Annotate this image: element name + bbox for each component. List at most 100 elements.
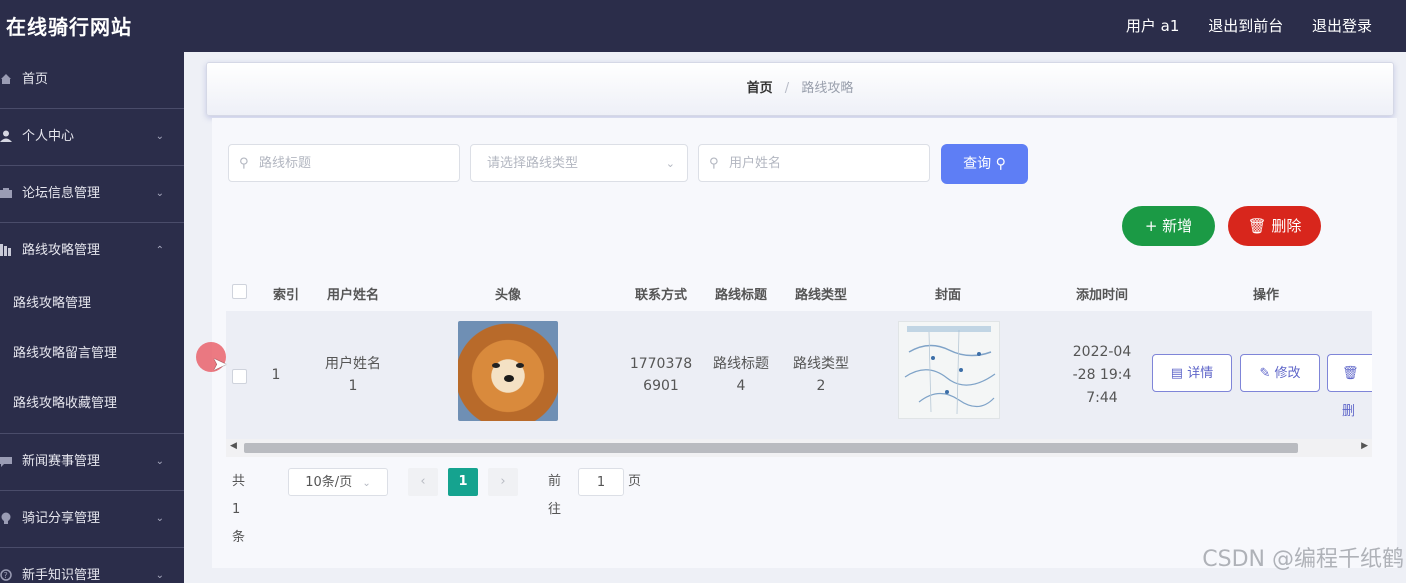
main-content: 首页 / 路线攻略 ⚲ 路线标题 请选择路线类型 ⌄ ⚲ 用户姓名 查询 ⚲ +… (184, 52, 1406, 583)
page-size-select[interactable]: 10条/页 ⌄ (288, 468, 388, 496)
goto-label: 前往 (548, 474, 562, 517)
trash-icon: 🗑 (1247, 217, 1267, 235)
page-number-1[interactable]: 1 (448, 468, 478, 496)
delete-label: 删除 (1271, 217, 1302, 235)
scroll-left-arrow-icon[interactable]: ◀ (230, 441, 237, 451)
user-name[interactable]: 用户 a1 (1126, 17, 1180, 35)
route-icon (0, 244, 11, 256)
search-icon: ⚲ (239, 156, 249, 171)
cell-time-line3: 7:44 (1086, 390, 1118, 406)
sidebar-item-beginner[interactable]: ? 新手知识管理 ⌄ (0, 548, 184, 583)
edit-button[interactable]: ✎ 修改 (1240, 354, 1320, 392)
col-username: 用户姓名 (326, 288, 379, 303)
sidebar-item-news[interactable]: 新闻赛事管理 ⌄ (0, 434, 184, 491)
goto-page-input[interactable]: 1 (578, 468, 624, 496)
help-icon: ? (0, 569, 12, 581)
sidebar-item-label: 路线攻略管理 (22, 243, 101, 258)
sidebar-item-forum[interactable]: 论坛信息管理 ⌄ (0, 166, 184, 223)
breadcrumb: 首页 / 路线攻略 (206, 62, 1394, 116)
scroll-right-arrow-icon[interactable]: ▶ (1361, 441, 1368, 451)
sidebar-item-label: 新手知识管理 (22, 568, 101, 583)
total-count: 共 1 条 (232, 474, 246, 545)
sidebar-item-label: 个人中心 (22, 129, 75, 144)
sidebar: 首页 个人中心 ⌄ 论坛信息管理 ⌄ 路线攻略管理 ⌃ 路线攻略管理 路线攻略留… (0, 52, 184, 583)
cell-add-time: 2022-04 -28 19:4 7:44 (1032, 341, 1172, 410)
cell-username-line1: 用户姓名 (325, 356, 381, 372)
bulb-icon (1, 512, 11, 524)
table-horizontal-scrollbar[interactable]: ◀ ▶ (226, 439, 1372, 457)
col-cover: 封面 (934, 288, 961, 303)
cell-route-type-line2: 2 (816, 378, 826, 394)
page-unit-label: 页 (628, 474, 642, 489)
submenu-route-favorites[interactable]: 路线攻略收藏管理 (0, 379, 184, 429)
chevron-down-icon: ⌄ (155, 188, 164, 199)
sidebar-item-label: 首页 (22, 72, 49, 87)
detail-button[interactable]: ▤ 详情 (1152, 354, 1232, 392)
breadcrumb-home[interactable]: 首页 (747, 81, 773, 96)
forum-icon (0, 188, 12, 198)
news-icon (0, 457, 12, 467)
svg-text:?: ? (4, 571, 8, 580)
breadcrumb-current: 路线攻略 (801, 81, 854, 96)
avatar (458, 321, 558, 421)
prev-page-button[interactable]: ‹ (408, 468, 438, 496)
row-delete-label: 删 (1342, 404, 1356, 419)
route-submenu: 路线攻略管理 路线攻略留言管理 路线攻略收藏管理 (0, 279, 184, 434)
detail-label: 详情 (1187, 366, 1214, 381)
sidebar-item-label: 论坛信息管理 (22, 186, 101, 201)
col-avatar: 头像 (494, 288, 521, 303)
chevron-down-icon: ⌄ (665, 157, 675, 170)
watermark: CSDN @编程千纸鹤 (1202, 547, 1404, 572)
cell-time-line2: -28 19:4 (1072, 367, 1132, 383)
cell-time-line1: 2022-04 (1072, 344, 1132, 360)
back-to-frontend-link[interactable]: 退出到前台 (1208, 17, 1283, 35)
sidebar-item-home[interactable]: 首页 (0, 52, 184, 109)
breadcrumb-separator: / (784, 81, 790, 96)
col-actions: 操作 (1252, 288, 1279, 303)
sidebar-item-ride-share[interactable]: 骑记分享管理 ⌄ (0, 491, 184, 548)
pencil-icon: ✎ (1259, 366, 1271, 381)
col-index: 索引 (272, 288, 299, 303)
chevron-up-icon: ⌃ (155, 245, 164, 256)
sidebar-item-profile[interactable]: 个人中心 ⌄ (0, 109, 184, 166)
sidebar-item-route[interactable]: 路线攻略管理 ⌃ (0, 223, 184, 279)
submenu-route-comments[interactable]: 路线攻略留言管理 (0, 329, 184, 379)
username-search-input[interactable]: ⚲ 用户姓名 (698, 144, 930, 182)
route-title-placeholder: 路线标题 (259, 156, 312, 171)
delete-button[interactable]: 🗑 删除 (1228, 206, 1321, 246)
col-add-time: 添加时间 (1075, 288, 1128, 303)
query-label: 查询 (963, 156, 992, 172)
add-button[interactable]: + 新增 (1122, 206, 1215, 246)
submenu-route-manage[interactable]: 路线攻略管理 (0, 279, 184, 329)
sidebar-item-label: 新闻赛事管理 (22, 454, 101, 469)
col-route-type: 路线类型 (794, 288, 847, 303)
document-icon: ▤ (1170, 366, 1184, 381)
add-label: 新增 (1162, 217, 1193, 235)
top-header: 在线骑行网站 用户 a1 退出到前台 退出登录 (0, 0, 1406, 52)
next-page-button[interactable]: › (488, 468, 518, 496)
row-delete-button[interactable]: 🗑 删 (1327, 354, 1372, 419)
route-type-placeholder: 请选择路线类型 (487, 156, 579, 171)
row-checkbox[interactable] (232, 369, 247, 384)
map-drawing (904, 326, 996, 415)
chevron-down-icon: ⌄ (155, 456, 164, 467)
user-icon (0, 130, 12, 142)
select-all-checkbox[interactable] (232, 284, 247, 299)
cell-route-type: 路线类型 2 (758, 353, 884, 397)
route-type-select[interactable]: 请选择路线类型 ⌄ (470, 144, 688, 182)
table-row: 1 用户姓名 1 1770378 6901 路线标题 4 路线类型 2 2022… (226, 311, 1372, 439)
scrollbar-thumb[interactable] (244, 443, 1298, 453)
query-button[interactable]: 查询 ⚲ (941, 144, 1028, 184)
home-icon (1, 74, 11, 84)
cell-index: 1 (271, 367, 281, 383)
search-icon: ⚲ (995, 156, 1006, 172)
sidebar-item-label: 骑记分享管理 (22, 511, 101, 526)
cell-username: 用户姓名 1 (318, 353, 388, 397)
cell-route-type-line1: 路线类型 (793, 356, 849, 372)
trash-icon: 🗑 (1342, 366, 1359, 381)
route-title-search-input[interactable]: ⚲ 路线标题 (228, 144, 460, 182)
logout-link[interactable]: 退出登录 (1312, 17, 1372, 35)
table-header: 索引 用户姓名 头像 联系方式 路线标题 路线类型 封面 添加时间 操作 (226, 278, 1372, 308)
chevron-down-icon: ⌄ (155, 570, 164, 581)
chevron-down-icon: ⌄ (362, 478, 371, 489)
